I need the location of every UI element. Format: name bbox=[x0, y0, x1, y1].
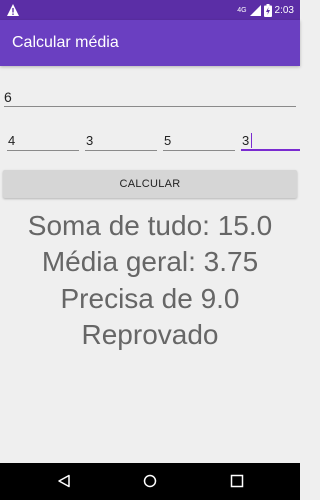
grade-1-input[interactable] bbox=[8, 130, 78, 150]
app-bar: Calcular média bbox=[0, 20, 300, 66]
grade-4-underline bbox=[241, 149, 300, 151]
navigation-bar bbox=[0, 463, 300, 500]
text-cursor bbox=[251, 133, 252, 148]
warning-icon bbox=[7, 4, 19, 16]
status-bar: 4G 2:03 bbox=[0, 0, 300, 20]
back-icon[interactable] bbox=[57, 474, 71, 488]
sum-result: Soma de tudo: 15.0 bbox=[27, 210, 273, 241]
target-grade-underline bbox=[4, 106, 296, 107]
network-type: 4G bbox=[237, 6, 247, 14]
grade-3-underline bbox=[163, 150, 235, 151]
clock: 2:03 bbox=[274, 4, 294, 16]
needed-result: Precisa de 9.0 bbox=[60, 283, 240, 314]
grade-1-underline bbox=[7, 150, 79, 151]
signal-icon bbox=[249, 4, 261, 16]
grade-2-input[interactable] bbox=[86, 130, 156, 150]
average-result: Média geral: 3.75 bbox=[41, 246, 259, 277]
home-icon[interactable] bbox=[143, 474, 157, 488]
status-icons: 4G 2:03 bbox=[237, 3, 294, 17]
grade-2-underline bbox=[85, 150, 157, 151]
battery-icon bbox=[263, 3, 272, 17]
calculate-button[interactable]: CALCULAR bbox=[3, 170, 297, 198]
status-result: Reprovado bbox=[81, 319, 219, 350]
app-title: Calcular média bbox=[12, 34, 119, 51]
recents-icon[interactable] bbox=[230, 474, 244, 488]
grade-3-input[interactable] bbox=[164, 130, 234, 150]
target-grade-input[interactable] bbox=[4, 86, 296, 108]
